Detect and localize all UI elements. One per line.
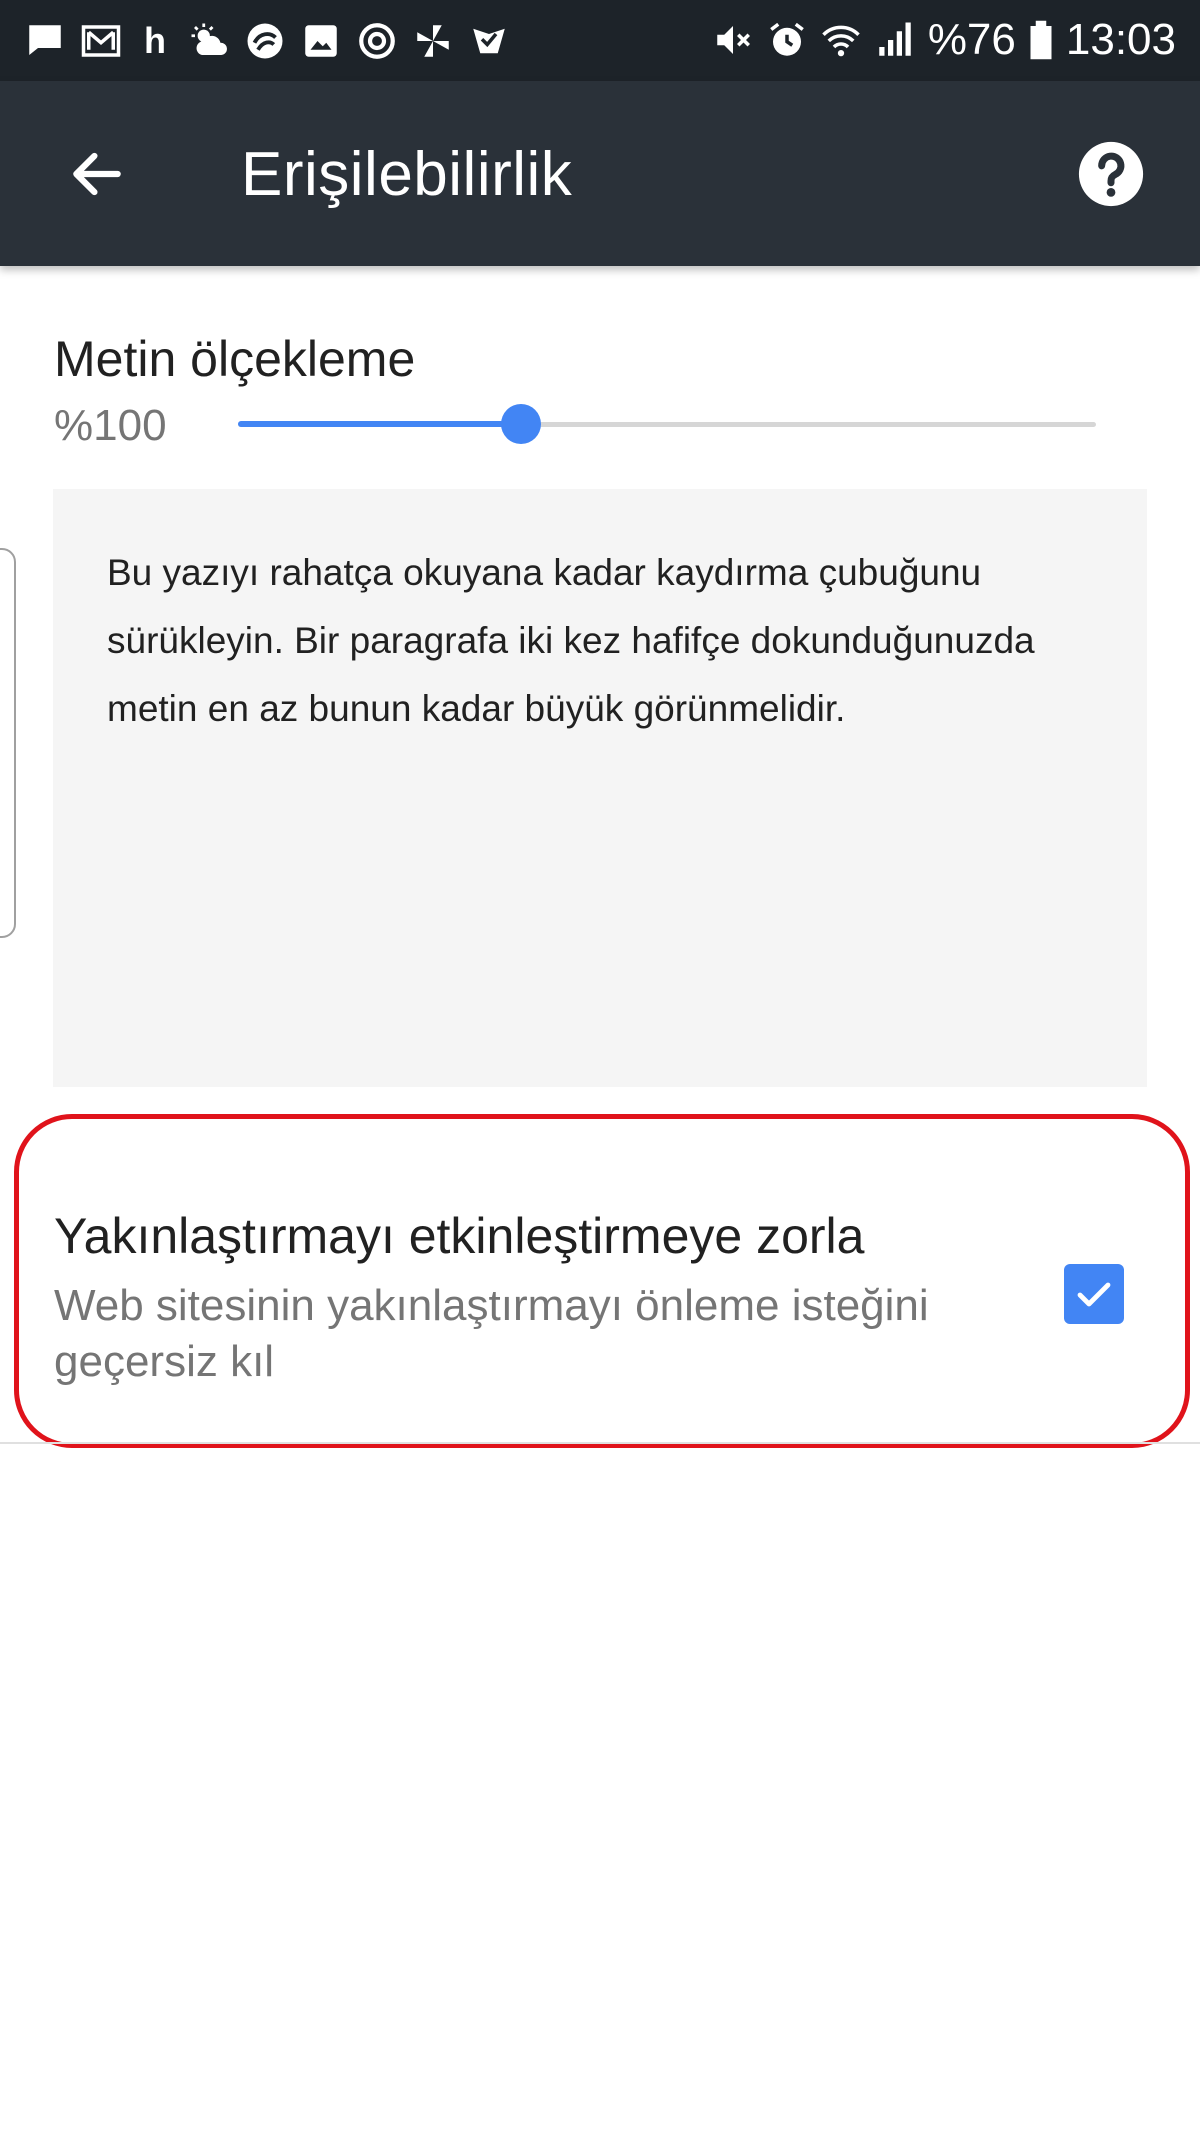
force-zoom-setting[interactable]: Yakınlaştırmayı etkinleştirmeye zorla We… <box>0 1100 1200 1440</box>
page-title: Erişilebilirlik <box>241 140 573 209</box>
force-zoom-title: Yakınlaştırmayı etkinleştirmeye zorla <box>54 1208 865 1264</box>
alarm-icon <box>766 19 808 61</box>
status-bar: h %76 13:03 <box>0 0 1200 81</box>
text-scaling-value: %100 <box>54 401 167 450</box>
edge-panel-handle[interactable] <box>0 548 16 938</box>
battery-percent: %76 <box>927 15 1016 64</box>
force-zoom-checkbox[interactable] <box>1064 1264 1124 1324</box>
weather-icon <box>188 20 230 62</box>
help-circle-icon <box>1078 141 1144 207</box>
turkcell-icon <box>244 20 286 62</box>
text-preview: Bu yazıyı rahatça okuyana kadar kaydırma… <box>107 552 1035 729</box>
help-button[interactable] <box>1066 129 1156 219</box>
sync-icon <box>356 20 398 62</box>
mute-icon <box>712 19 754 61</box>
arrow-back-icon <box>73 152 121 196</box>
h-app-icon: h <box>144 20 166 61</box>
pinwheel-icon <box>412 20 454 62</box>
text-scaling-title: Metin ölçekleme <box>54 331 416 387</box>
battery-icon <box>1028 19 1054 61</box>
back-button[interactable] <box>52 129 142 219</box>
system-icons: %76 13:03 <box>712 10 1176 70</box>
app-bar: Erişilebilirlik <box>0 81 1200 266</box>
signal-icon <box>874 19 916 61</box>
wifi-icon <box>820 19 862 61</box>
slider-thumb[interactable] <box>501 404 542 444</box>
gmail-icon <box>80 20 122 62</box>
checkmark-app-icon <box>468 20 510 62</box>
text-scaling-slider[interactable] <box>238 404 1096 444</box>
divider <box>0 1442 1200 1444</box>
text-preview-box: Bu yazıyı rahatça okuyana kadar kaydırma… <box>53 489 1147 1087</box>
chat-icon <box>24 20 66 62</box>
notification-icons: h <box>24 16 510 66</box>
clock: 13:03 <box>1065 15 1176 64</box>
checkmark-icon <box>1077 1282 1111 1307</box>
slider-fill <box>238 421 522 427</box>
force-zoom-summary: Web sitesinin yakınlaştırmayı önleme ist… <box>54 1281 929 1386</box>
gallery-icon <box>300 20 342 62</box>
